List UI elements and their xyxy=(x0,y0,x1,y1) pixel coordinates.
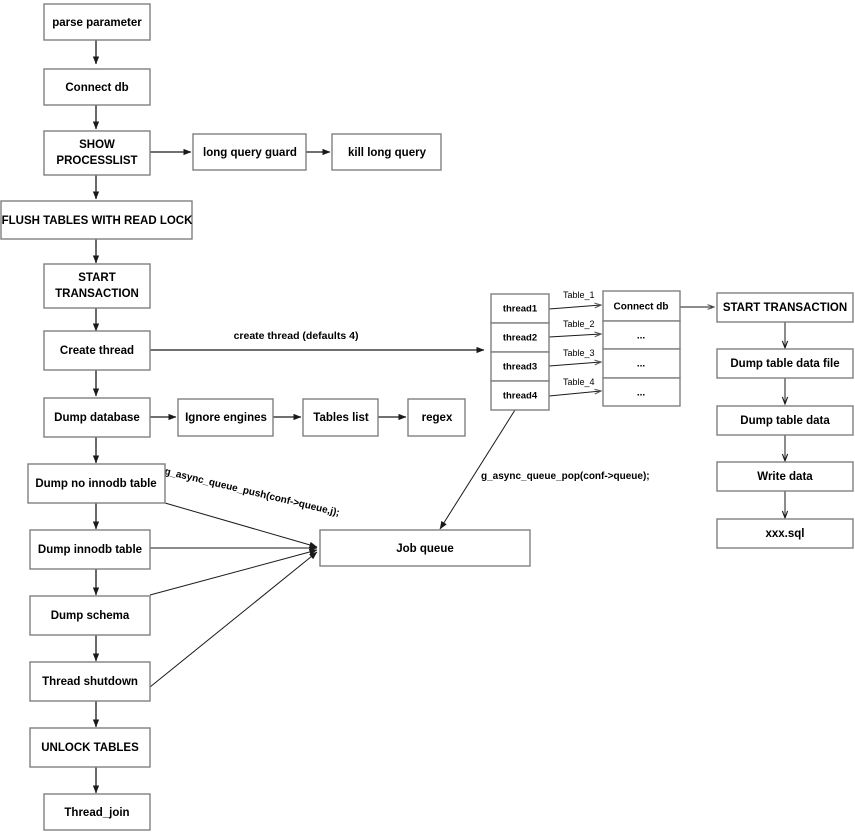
job-queue-out-edge: g_async_queue_pop(conf->queue); xyxy=(439,409,650,530)
job-queue-in-edges: g_async_queue_push(conf->queue,j); xyxy=(149,466,341,688)
thread4-label: thread4 xyxy=(503,391,538,402)
start-transaction-label-line1: START xyxy=(78,272,115,284)
worker-3-label: ... xyxy=(637,359,646,370)
edge-label-table-1: Table_1 xyxy=(563,290,595,300)
dump-table-data-file-label: Dump table data file xyxy=(730,358,839,370)
thread-join-label: Thread_join xyxy=(64,807,129,819)
node-dump-schema[interactable]: Dump schema xyxy=(29,595,151,636)
node-worker-3[interactable]: ... xyxy=(602,348,681,379)
kill-long-query-label: kill long query xyxy=(348,147,427,159)
edge-label-table-3: Table_3 xyxy=(563,348,595,358)
dump-table-data-label: Dump table data xyxy=(740,415,830,427)
edge-label-queue-pop: g_async_queue_pop(conf->queue); xyxy=(481,471,650,482)
worker-start-transaction-label: START TRANSACTION xyxy=(723,302,847,314)
node-long-query-guard[interactable]: long query guard xyxy=(192,133,307,171)
edge-dumpnoinnodb-to-jobqueue xyxy=(164,502,318,548)
node-xxx-sql[interactable]: xxx.sql xyxy=(716,518,854,549)
start-transaction-box[interactable] xyxy=(43,263,151,309)
job-queue-label: Job queue xyxy=(396,543,454,555)
long-query-guard-label: long query guard xyxy=(203,147,297,159)
dump-database-label: Dump database xyxy=(54,412,140,424)
node-write-data[interactable]: Write data xyxy=(716,461,854,492)
node-worker-2[interactable]: ... xyxy=(602,320,681,350)
dump-no-innodb-table-label: Dump no innodb table xyxy=(35,478,156,490)
create-thread-label: Create thread xyxy=(60,345,134,357)
node-parse-parameter[interactable]: parse parameter xyxy=(43,3,151,41)
node-dump-table-data[interactable]: Dump table data xyxy=(716,405,854,436)
start-transaction-label-line2: TRANSACTION xyxy=(55,288,139,300)
show-processlist-box[interactable] xyxy=(43,130,151,176)
worker-connection-stack: Connect db ... ... ... xyxy=(602,290,681,407)
worker-2-label: ... xyxy=(637,331,646,342)
node-dump-table-data-file[interactable]: Dump table data file xyxy=(716,348,854,379)
thread-to-worker-edges: Table_1 Table_2 Table_3 Table_4 xyxy=(548,290,601,397)
node-dump-innodb-table[interactable]: Dump innodb table xyxy=(29,529,151,570)
flush-tables-label: FLUSH TABLES WITH READ LOCK xyxy=(2,215,193,227)
node-start-transaction[interactable]: START TRANSACTION xyxy=(43,263,151,309)
node-flush-tables[interactable]: FLUSH TABLES WITH READ LOCK xyxy=(0,200,193,240)
dump-innodb-table-label: Dump innodb table xyxy=(38,544,142,556)
node-worker-4[interactable]: ... xyxy=(602,377,681,407)
node-tables-list[interactable]: Tables list xyxy=(302,398,379,437)
edge-label-create-thread: create thread (defaults 4) xyxy=(234,330,359,342)
connect-db-label: Connect db xyxy=(65,82,128,94)
node-connect-db-worker[interactable]: Connect db xyxy=(602,290,681,322)
flowchart-canvas: create thread (defaults 4) g_async_queue… xyxy=(0,3,854,831)
node-show-processlist[interactable]: SHOW PROCESSLIST xyxy=(43,130,151,176)
regex-label: regex xyxy=(422,412,453,424)
node-dump-no-innodb-table[interactable]: Dump no innodb table xyxy=(27,463,166,504)
edge-label-queue-push: g_async_queue_push(conf->queue,j); xyxy=(163,466,340,519)
thread1-label: thread1 xyxy=(503,304,538,315)
edge-label-table-4: Table_4 xyxy=(563,377,595,387)
thread-stack: thread1 thread2 thread3 thread4 xyxy=(490,293,550,411)
node-connect-db[interactable]: Connect db xyxy=(43,68,151,106)
edge-thread2-to-worker2 xyxy=(548,334,601,338)
ignore-engines-label: Ignore engines xyxy=(185,412,267,424)
thread3-label: thread3 xyxy=(503,362,537,373)
show-processlist-label-line1: SHOW xyxy=(79,139,115,151)
connect-db-worker-label: Connect db xyxy=(614,302,669,313)
node-kill-long-query[interactable]: kill long query xyxy=(331,133,442,171)
write-data-label: Write data xyxy=(757,471,813,483)
node-thread-join[interactable]: Thread_join xyxy=(43,793,151,831)
node-create-thread[interactable]: Create thread xyxy=(43,330,151,371)
dump-schema-label: Dump schema xyxy=(51,610,130,622)
flowchart-diagram: create thread (defaults 4) g_async_queue… xyxy=(0,0,855,832)
thread-shutdown-label: Thread shutdown xyxy=(42,676,138,688)
worker-4-label: ... xyxy=(637,388,646,399)
node-unlock-tables[interactable]: UNLOCK TABLES xyxy=(29,727,151,768)
branch-edges: create thread (defaults 4) xyxy=(150,148,485,421)
edge-label-table-2: Table_2 xyxy=(563,319,595,329)
edge-thread1-to-worker1 xyxy=(548,305,601,310)
node-dump-database[interactable]: Dump database xyxy=(43,397,151,438)
node-thread2[interactable]: thread2 xyxy=(490,322,550,353)
thread2-label: thread2 xyxy=(503,333,537,344)
node-thread-shutdown[interactable]: Thread shutdown xyxy=(29,661,151,702)
tables-list-label: Tables list xyxy=(313,412,369,424)
unlock-tables-label: UNLOCK TABLES xyxy=(41,742,139,754)
node-thread1[interactable]: thread1 xyxy=(490,293,550,324)
node-regex[interactable]: regex xyxy=(407,398,466,437)
edge-thread4-to-worker4 xyxy=(548,391,601,397)
node-ignore-engines[interactable]: Ignore engines xyxy=(177,398,274,437)
xxx-sql-label: xxx.sql xyxy=(766,528,805,540)
node-thread3[interactable]: thread3 xyxy=(490,351,550,382)
parse-parameter-label: parse parameter xyxy=(52,17,142,29)
node-worker-start-transaction[interactable]: START TRANSACTION xyxy=(716,292,854,323)
node-job-queue[interactable]: Job queue xyxy=(319,529,531,567)
show-processlist-label-line2: PROCESSLIST xyxy=(56,155,137,167)
node-thread4[interactable]: thread4 xyxy=(490,380,550,411)
edge-thread3-to-worker3 xyxy=(548,362,601,367)
